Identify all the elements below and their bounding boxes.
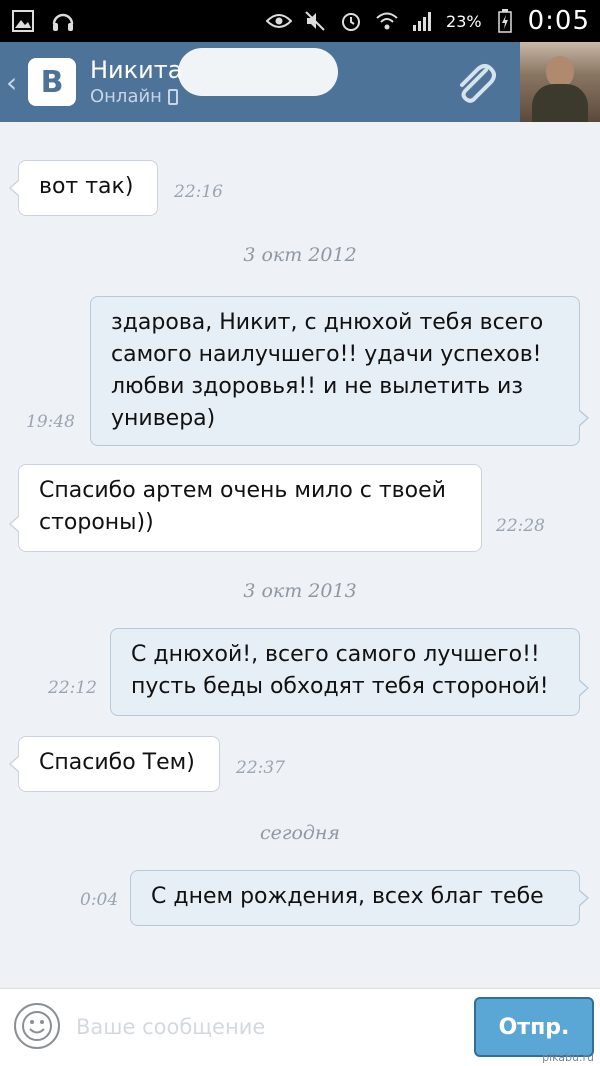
message-time: 0:04 bbox=[80, 890, 119, 910]
signal-icon bbox=[410, 8, 436, 34]
message-time: 22:37 bbox=[236, 758, 285, 778]
message-bubble[interactable]: С днем рождения, всех благ тебе bbox=[130, 870, 589, 926]
message-time: 22:16 bbox=[174, 182, 223, 202]
message-bubble[interactable]: Спасибо артем очень мило с твоей стороны… bbox=[9, 464, 482, 552]
battery-percent: 23% bbox=[446, 11, 482, 31]
watermark: pikabu.ru bbox=[542, 1051, 594, 1064]
message-time: 22:28 bbox=[496, 516, 545, 536]
smiley-button[interactable] bbox=[14, 1003, 60, 1049]
message-composer: Отпр. pikabu.ru bbox=[0, 988, 600, 1066]
message-text: Спасибо артем очень мило с твоей стороны… bbox=[39, 478, 446, 535]
contact-status: Онлайн bbox=[90, 85, 182, 109]
redaction-scribble bbox=[178, 48, 338, 96]
eye-icon bbox=[266, 8, 293, 34]
message-time: 22:12 bbox=[48, 678, 97, 698]
wifi-icon bbox=[374, 8, 400, 34]
smiley-icon bbox=[22, 1011, 52, 1041]
date-separator: сегодня bbox=[259, 822, 341, 844]
battery-icon bbox=[492, 8, 518, 34]
chat-header: ‹ B Никита Онлайн bbox=[0, 42, 600, 122]
message-bubble[interactable]: здарова, Никит, с днюхой тебя всего само… bbox=[90, 296, 589, 446]
message-text: вот так) bbox=[39, 174, 134, 199]
vk-logo-icon[interactable]: B bbox=[28, 58, 76, 106]
message-list[interactable]: вот так) 22:16 3 окт 2012 здарова, Никит… bbox=[0, 122, 600, 988]
message-input[interactable] bbox=[76, 1005, 456, 1049]
online-status-label: Онлайн bbox=[90, 86, 162, 107]
mute-icon bbox=[302, 8, 328, 34]
avatar-body bbox=[532, 84, 588, 122]
message-text: С днем рождения, всех благ тебе bbox=[151, 884, 544, 909]
message-bubble[interactable]: Спасибо Тем) bbox=[9, 736, 220, 792]
message-bubble[interactable]: С днюхой!, всего самого лучшего!! пусть … bbox=[110, 628, 589, 716]
headset-icon bbox=[50, 8, 76, 34]
avatar[interactable] bbox=[520, 42, 600, 122]
message-text: С днюхой!, всего самого лучшего!! пусть … bbox=[131, 642, 549, 699]
contact-name: Никита bbox=[90, 56, 183, 84]
alarm-icon bbox=[338, 8, 364, 34]
status-bar: 23% 0:05 bbox=[0, 0, 600, 42]
message-text: Спасибо Тем) bbox=[39, 750, 195, 775]
contact-info[interactable]: Никита Онлайн bbox=[90, 55, 182, 109]
back-chevron-icon[interactable]: ‹ bbox=[6, 66, 28, 99]
gallery-icon bbox=[10, 8, 36, 34]
message-text: здарова, Никит, с днюхой тебя всего само… bbox=[111, 310, 544, 431]
send-button[interactable]: Отпр. bbox=[474, 997, 594, 1057]
message-time: 19:48 bbox=[26, 412, 75, 432]
message-bubble[interactable]: вот так) bbox=[9, 160, 158, 216]
clock: 0:05 bbox=[527, 6, 590, 36]
date-separator: 3 окт 2012 bbox=[243, 244, 357, 266]
date-separator: 3 окт 2013 bbox=[243, 580, 357, 602]
phone-icon bbox=[167, 89, 178, 105]
paperclip-icon[interactable] bbox=[448, 56, 502, 110]
